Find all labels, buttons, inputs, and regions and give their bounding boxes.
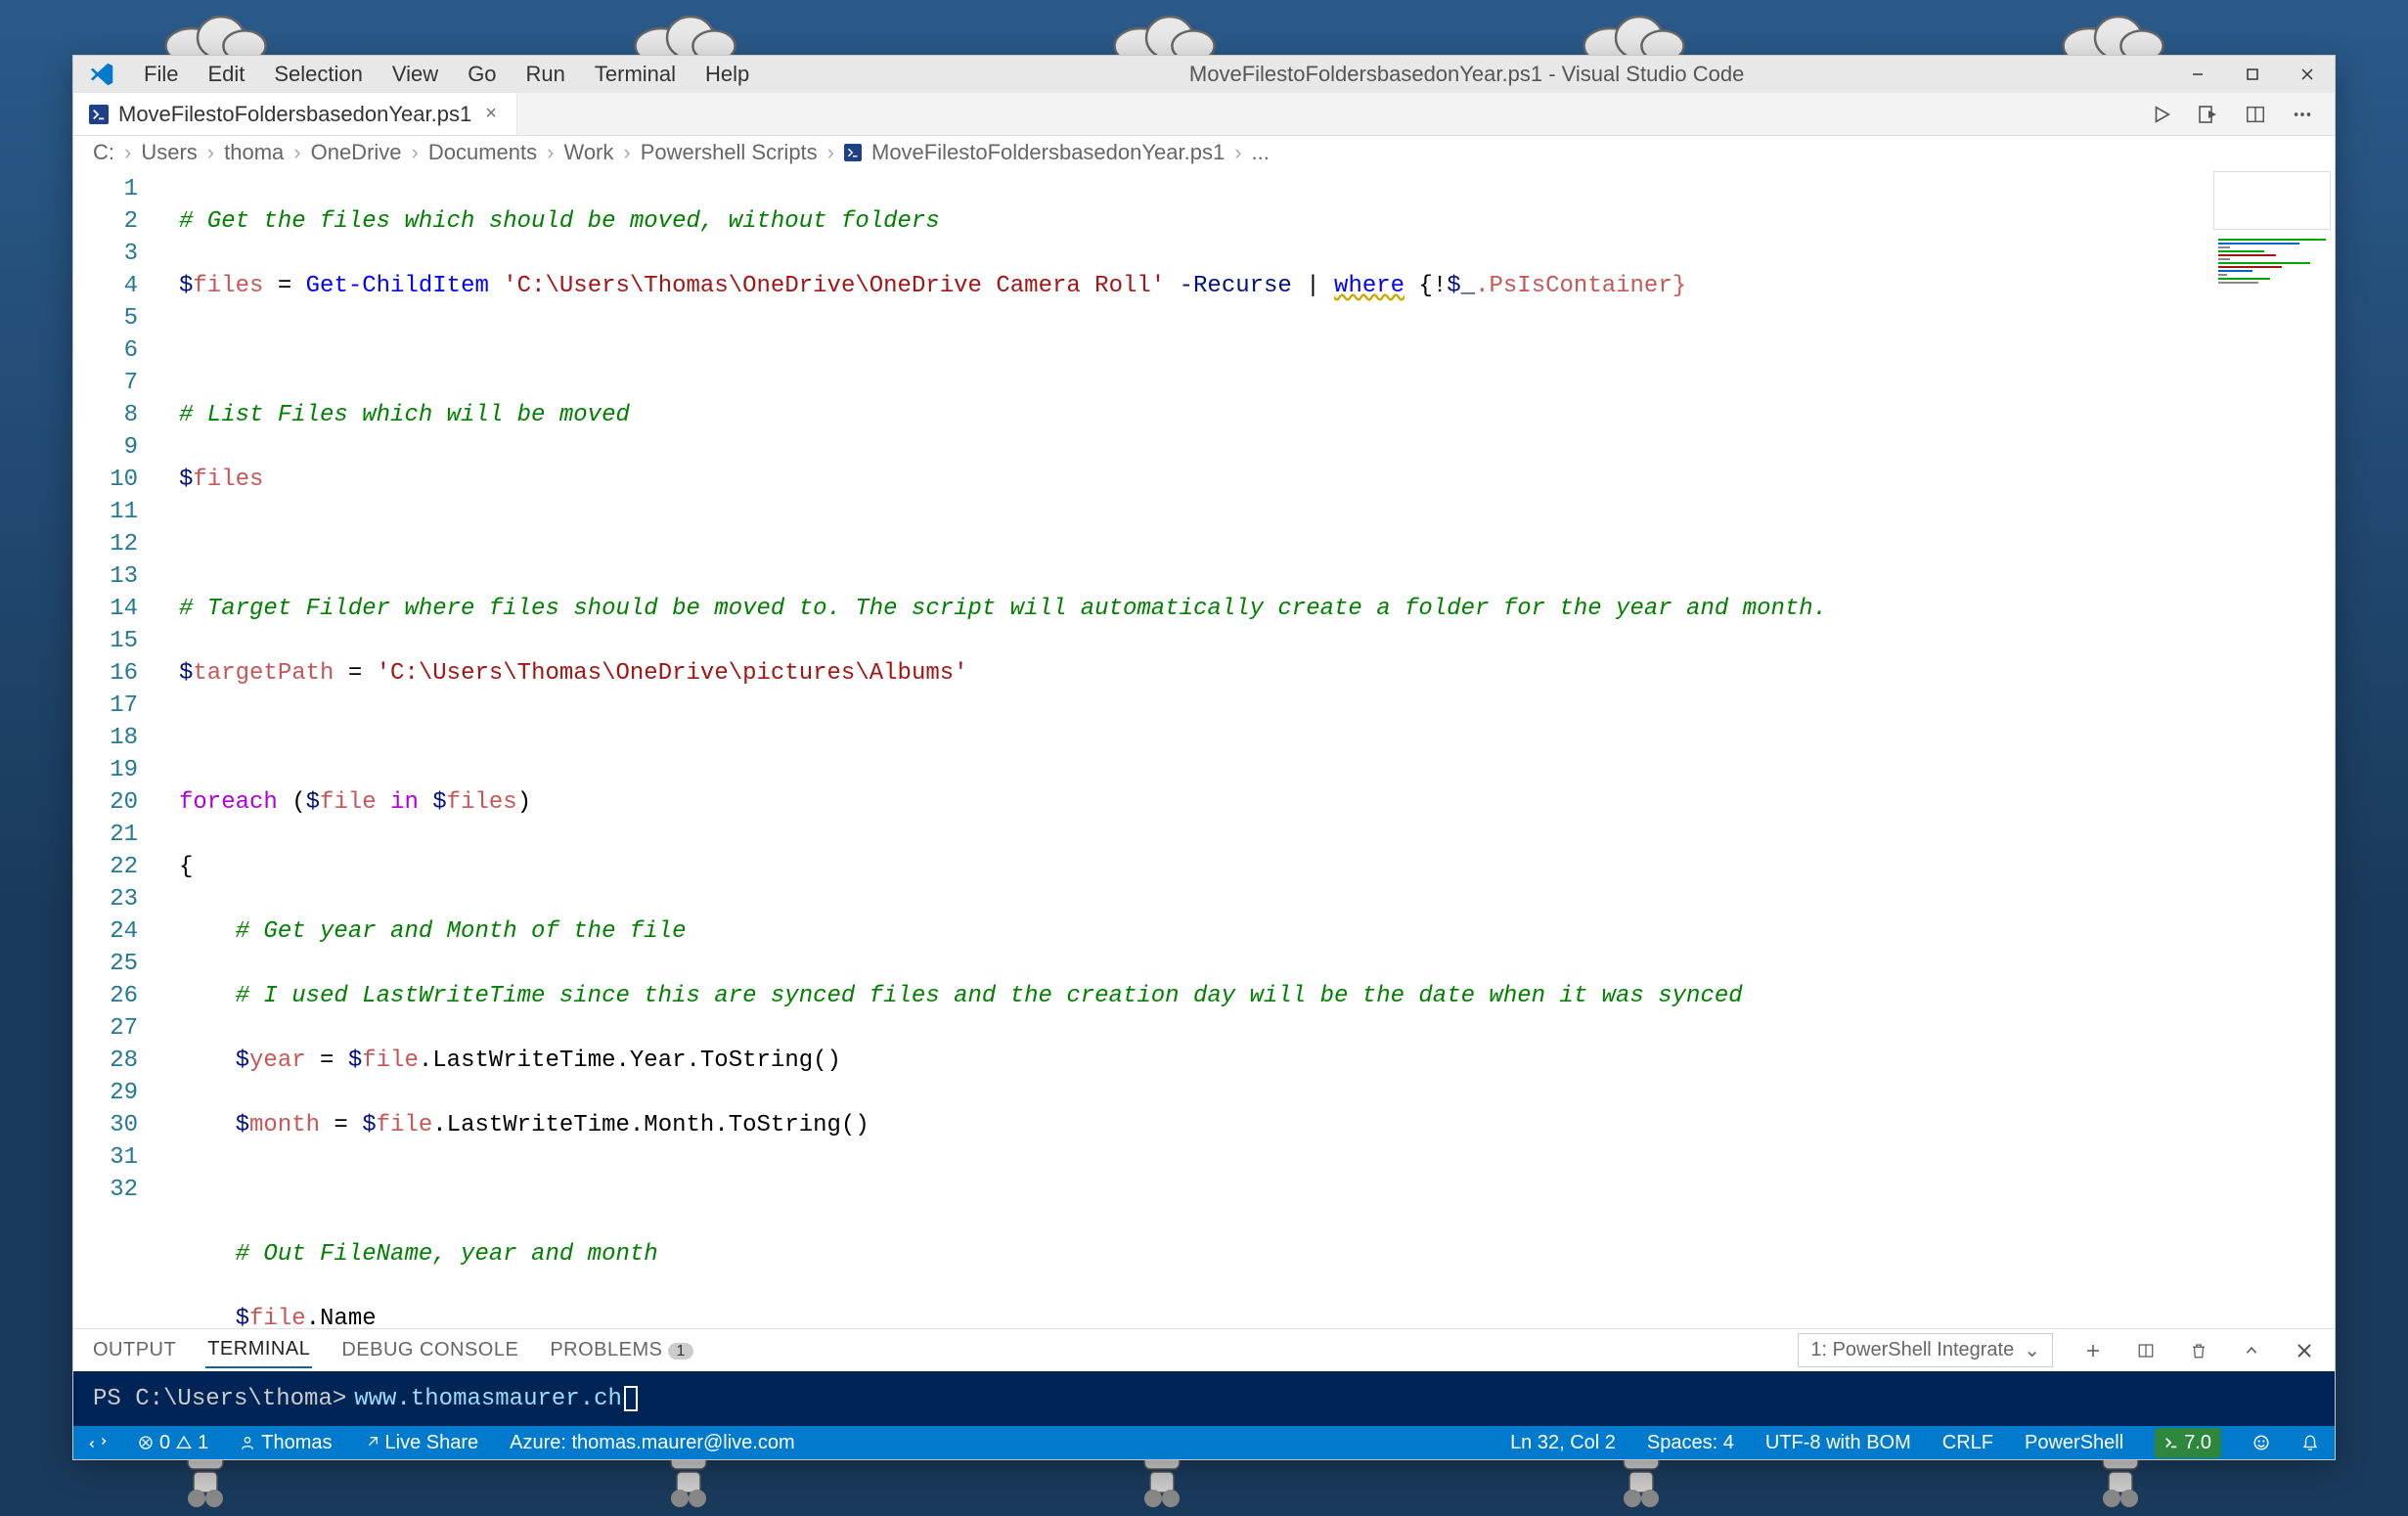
breadcrumb-item[interactable]: Powershell Scripts: [641, 140, 818, 165]
window-title: MoveFilestoFoldersbasedonYear.ps1 - Visu…: [763, 62, 2170, 87]
breadcrumb-item[interactable]: thoma: [224, 140, 284, 165]
status-powershell-version[interactable]: 7.0: [2149, 1428, 2227, 1458]
status-language[interactable]: PowerShell: [2019, 1432, 2129, 1454]
terminal-selector[interactable]: 1: PowerShell Integrate⌄: [1798, 1333, 2053, 1367]
editor-actions: [2147, 93, 2335, 135]
menu-terminal[interactable]: Terminal: [581, 58, 690, 91]
panel-tab-problems[interactable]: PROBLEMS1: [548, 1333, 695, 1367]
breadcrumb-item[interactable]: Users: [141, 140, 197, 165]
status-azure[interactable]: Azure: thomas.maurer@live.com: [504, 1432, 801, 1454]
status-bar: 0 1 Thomas Live Share Azure: thomas.maur…: [73, 1426, 2335, 1459]
terminal-panel[interactable]: PS C:\Users\thoma> www.thomasmaurer.ch: [73, 1371, 2335, 1426]
editor-tab-active[interactable]: MoveFilestoFoldersbasedonYear.ps1 ×: [73, 93, 517, 135]
breadcrumb-item[interactable]: MoveFilestoFoldersbasedonYear.ps1: [871, 140, 1225, 165]
tab-close-icon[interactable]: ×: [481, 103, 501, 125]
panel-tabs: OUTPUT TERMINAL DEBUG CONSOLE PROBLEMS1 …: [73, 1328, 2335, 1371]
kill-terminal-icon[interactable]: [2186, 1338, 2211, 1363]
status-problems[interactable]: 0 1: [132, 1432, 214, 1454]
split-editor-icon[interactable]: [2241, 100, 2270, 129]
menu-help[interactable]: Help: [691, 58, 763, 91]
breadcrumb-item[interactable]: C:: [93, 140, 114, 165]
breadcrumb-item[interactable]: Work: [563, 140, 613, 165]
chevron-down-icon: ⌄: [2024, 1338, 2040, 1362]
status-user[interactable]: Thomas: [234, 1432, 337, 1454]
status-feedback-icon[interactable]: [2247, 1434, 2276, 1451]
problems-count-badge: 1: [668, 1343, 692, 1360]
status-indentation[interactable]: Spaces: 4: [1641, 1432, 1740, 1454]
editor-tabs: MoveFilestoFoldersbasedonYear.ps1 ×: [73, 93, 2335, 136]
editor-area[interactable]: 1234567891011121314151617181920212223242…: [73, 169, 2335, 1328]
breadcrumb-item[interactable]: Documents: [428, 140, 537, 165]
line-number-gutter: 1234567891011121314151617181920212223242…: [73, 169, 161, 1328]
maximize-panel-icon[interactable]: [2239, 1338, 2264, 1363]
terminal-input[interactable]: www.thomasmaurer.ch: [354, 1386, 622, 1412]
panel-tab-terminal[interactable]: TERMINAL: [205, 1332, 312, 1368]
status-eol[interactable]: CRLF: [1937, 1432, 1999, 1454]
title-bar: File Edit Selection View Go Run Terminal…: [73, 56, 2335, 93]
close-button[interactable]: [2280, 56, 2335, 93]
breadcrumb: C:› Users› thoma› OneDrive› Documents› W…: [73, 136, 2335, 169]
panel-tab-debug[interactable]: DEBUG CONSOLE: [339, 1333, 520, 1367]
status-encoding[interactable]: UTF-8 with BOM: [1760, 1432, 1917, 1454]
more-actions-icon[interactable]: [2288, 100, 2317, 129]
vscode-logo-icon: [87, 60, 116, 89]
menu-edit[interactable]: Edit: [194, 58, 258, 91]
window-controls: [2170, 56, 2335, 93]
menu-file[interactable]: File: [130, 58, 192, 91]
status-notifications-icon[interactable]: [2296, 1434, 2325, 1451]
menu-go[interactable]: Go: [454, 58, 510, 91]
close-panel-icon[interactable]: [2292, 1338, 2317, 1363]
menu-run[interactable]: Run: [513, 58, 579, 91]
menu-view[interactable]: View: [379, 58, 452, 91]
minimize-button[interactable]: [2170, 56, 2225, 93]
maximize-button[interactable]: [2225, 56, 2280, 93]
terminal-cursor: [624, 1386, 638, 1411]
menu-selection[interactable]: Selection: [260, 58, 377, 91]
terminal-prompt: PS C:\Users\thoma>: [93, 1386, 346, 1412]
powershell-file-icon: [844, 144, 862, 161]
panel-tab-output[interactable]: OUTPUT: [91, 1333, 178, 1367]
minimap[interactable]: [2213, 171, 2331, 230]
run-selection-icon[interactable]: [2194, 100, 2223, 129]
code-content[interactable]: # Get the files which should be moved, w…: [161, 169, 2335, 1328]
vscode-window: File Edit Selection View Go Run Terminal…: [72, 55, 2336, 1460]
status-cursor-position[interactable]: Ln 32, Col 2: [1504, 1432, 1622, 1454]
menu-bar: File Edit Selection View Go Run Terminal…: [130, 58, 763, 91]
status-liveshare[interactable]: Live Share: [358, 1432, 485, 1454]
remote-indicator[interactable]: [83, 1434, 112, 1451]
run-icon[interactable]: [2147, 100, 2176, 129]
powershell-file-icon: [89, 105, 109, 124]
breadcrumb-item[interactable]: ...: [1252, 140, 1270, 165]
new-terminal-icon[interactable]: [2080, 1338, 2106, 1363]
breadcrumb-item[interactable]: OneDrive: [311, 140, 402, 165]
split-terminal-icon[interactable]: [2133, 1338, 2159, 1363]
tab-label: MoveFilestoFoldersbasedonYear.ps1: [118, 102, 471, 127]
